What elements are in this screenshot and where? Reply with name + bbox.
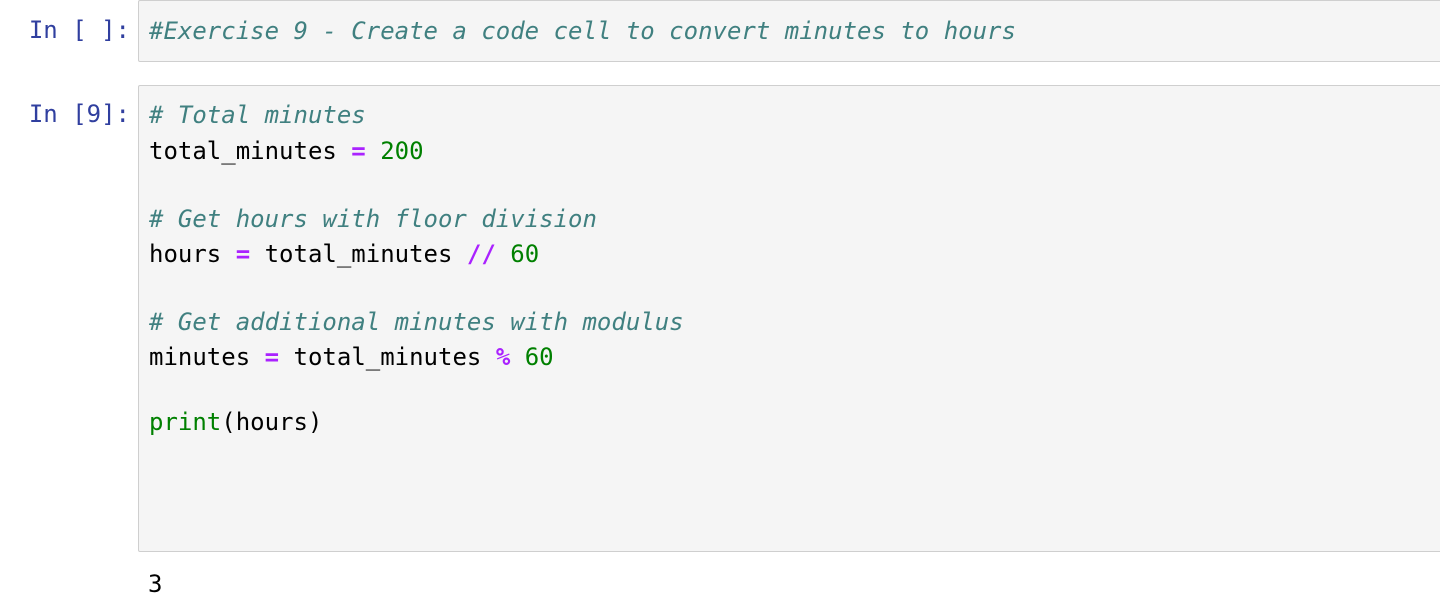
code-comment: # Total minutes	[149, 101, 366, 129]
code-comment: #Exercise 9 - Create a code cell to conv…	[149, 17, 1016, 45]
code-operator: //	[466, 240, 496, 268]
code-line-assign-total: total_minutes = 200	[149, 134, 424, 168]
cell-2-output: 3	[148, 570, 163, 598]
code-args: (hours)	[221, 408, 323, 436]
code-number: 60	[524, 343, 554, 371]
code-operator: =	[264, 343, 280, 371]
code-number: 200	[380, 137, 424, 165]
cell-2-prompt: In [9]:	[28, 100, 130, 128]
code-name: total_minutes	[293, 343, 482, 371]
code-operator: %	[495, 343, 511, 371]
code-line-assign-hours: hours = total_minutes // 60	[149, 237, 539, 271]
code-number: 60	[510, 240, 540, 268]
code-line-print: print(hours)	[149, 405, 322, 439]
code-operator: =	[235, 240, 251, 268]
cell-2-input[interactable]: # Total minutes total_minutes = 200 # Ge…	[138, 85, 1440, 552]
cell-1-prompt: In [ ]:	[28, 16, 130, 44]
code-line-assign-minutes: minutes = total_minutes % 60	[149, 340, 554, 374]
code-name: hours	[149, 240, 222, 268]
code-name: minutes	[149, 343, 251, 371]
code-comment: # Get additional minutes with modulus	[149, 308, 684, 336]
code-name: total_minutes	[264, 240, 453, 268]
cell-1-input[interactable]: #Exercise 9 - Create a code cell to conv…	[138, 0, 1440, 62]
code-comment: # Get hours with floor division	[149, 205, 597, 233]
code-operator: =	[351, 137, 366, 165]
code-builtin: print	[149, 408, 222, 436]
code-name: total_minutes	[149, 137, 337, 165]
